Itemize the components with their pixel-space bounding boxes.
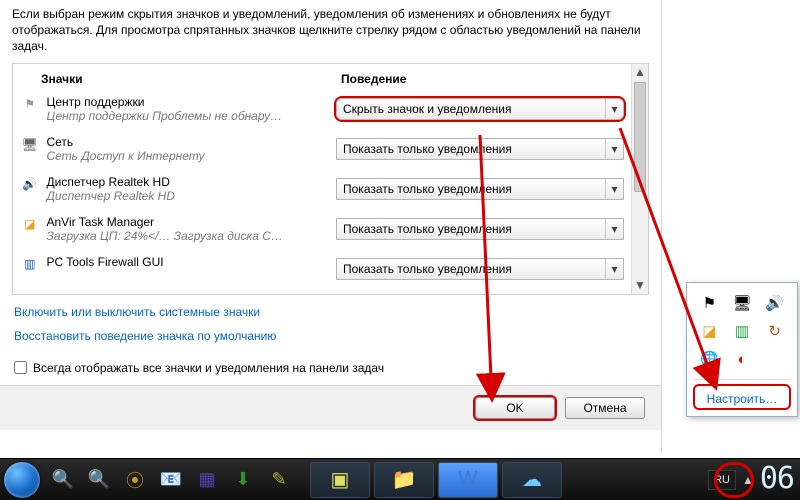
clock-fragment: 06 [760,464,794,496]
chevron-down-icon: ▾ [605,179,623,199]
tray-customize-link[interactable]: Настроить… [693,384,791,410]
task-totalcmd[interactable]: ▣ [310,462,370,498]
tray-network-icon[interactable]: 🖥 [732,293,752,313]
scrollbar[interactable]: ▲ ▼ [631,64,648,294]
flag-icon [13,95,46,111]
tray-area: RU ▲ 06 [708,464,796,496]
task-word[interactable]: W [438,462,498,498]
tray-sync-icon[interactable]: ↻ [765,321,785,341]
behavior-dropdown[interactable]: Скрыть значок и уведомления ▾ [336,98,624,120]
list-row: СетьСеть Доступ к ИнтернетуПоказать толь… [13,132,648,172]
row-title: Диспетчер Realtek HD [46,175,336,189]
task-explorer[interactable]: 📁 [374,462,434,498]
task-skype[interactable]: ☁ [502,462,562,498]
row-subtitle: Диспетчер Realtek HD [46,189,336,203]
behavior-dropdown[interactable]: Показать только уведомления ▾ [336,138,624,160]
ql-icon-4[interactable]: 📧 [160,469,182,491]
fw-icon [13,255,46,271]
always-show-checkbox[interactable] [14,361,27,374]
header-behavior: Поведение [341,72,648,86]
row-text: Центр поддержкиЦентр поддержки Проблемы … [46,95,336,123]
ql-icon-5[interactable]: ▦ [196,469,218,491]
net-icon [13,135,46,153]
always-show-checkbox-row[interactable]: Всегда отображать все значки и уведомлен… [0,357,661,385]
dialog-footer: OK Отмена [0,386,661,430]
row-behavior-cell: Скрыть значок и уведомления ▾ [336,95,648,120]
tray-ccleaner-icon[interactable]: ◐ [732,349,752,369]
chevron-down-icon: ▾ [605,99,623,119]
dropdown-value: Показать только уведомления [343,142,512,156]
ql-icon-3[interactable]: ⦿ [124,469,146,491]
dropdown-value: Скрыть значок и уведомления [343,102,511,116]
row-text: СетьСеть Доступ к Интернету [46,135,336,163]
behavior-dropdown[interactable]: Показать только уведомления ▾ [336,178,624,200]
list-headers: Значки Поведение [13,64,648,92]
list-row: AnVir Task ManagerЗагрузка ЦП: 24%</… За… [13,212,648,252]
list-row: Центр поддержкиЦентр поддержки Проблемы … [13,92,648,132]
links-area: Включить или выключить системные значки … [0,295,661,357]
start-button[interactable] [4,462,40,498]
row-text: AnVir Task ManagerЗагрузка ЦП: 24%</… За… [46,215,336,243]
tray-firewall-icon[interactable]: ▥ [732,321,752,341]
spk-icon [13,175,46,191]
ql-icon-7[interactable]: ✎ [268,469,290,491]
taskbar: 🔍 🔍 ⦿ 📧 ▦ ⬇ ✎ ▣ 📁 W ☁ RU ▲ 06 [0,458,800,500]
toggle-system-icons-link[interactable]: Включить или выключить системные значки [14,305,647,319]
restore-defaults-link[interactable]: Восстановить поведение значка по умолчан… [14,329,647,343]
quicklaunch: 🔍 🔍 ⦿ 📧 ▦ ⬇ ✎ [48,469,290,491]
tray-speaker-icon[interactable]: 🔊 [765,293,785,313]
row-subtitle: Сеть Доступ к Интернету [46,149,336,163]
row-title: Сеть [46,135,336,149]
list-row: Диспетчер Realtek HDДиспетчер Realtek HD… [13,172,648,212]
scroll-up-icon[interactable]: ▲ [632,64,648,81]
tray-anvir-icon[interactable]: ◪ [699,321,719,341]
scroll-down-icon[interactable]: ▼ [632,277,648,294]
tray-overflow-popup: ⚑ 🖥 🔊 ◪ ▥ ↻ 🌐 ◐ Настроить… [686,282,798,417]
row-text: Диспетчер Realtek HDДиспетчер Realtek HD [46,175,336,203]
language-indicator[interactable]: RU [708,470,736,490]
row-text: PC Tools Firewall GUI [46,255,336,269]
row-title: PC Tools Firewall GUI [46,255,336,269]
header-icons: Значки [13,72,341,86]
list-row: PC Tools Firewall GUIПоказать только уве… [13,252,648,292]
scroll-thumb[interactable] [634,82,646,192]
ql-icon-6[interactable]: ⬇ [232,469,254,491]
row-title: Центр поддержки [46,95,336,109]
row-behavior-cell: Показать только уведомления ▾ [336,255,648,280]
chevron-down-icon: ▾ [605,259,623,279]
cancel-button[interactable]: Отмена [565,397,645,419]
dropdown-value: Показать только уведомления [343,262,512,276]
chevron-down-icon: ▾ [605,139,623,159]
tray-flag-icon[interactable]: ⚑ [699,293,719,313]
row-behavior-cell: Показать только уведомления ▾ [336,135,648,160]
row-subtitle: Центр поддержки Проблемы не обнару… [46,109,336,123]
behavior-dropdown[interactable]: Показать только уведомления ▾ [336,218,624,240]
behavior-dropdown[interactable]: Показать только уведомления ▾ [336,258,624,280]
tray-globe-icon[interactable]: 🌐 [699,349,719,369]
anv-icon [13,215,46,231]
dropdown-value: Показать только уведомления [343,222,512,236]
ok-button[interactable]: OK [475,397,555,419]
ql-icon-2[interactable]: 🔍 [88,469,110,491]
notification-area-dialog: Если выбран режим скрытия значков и увед… [0,0,662,454]
ql-icon-1[interactable]: 🔍 [52,469,74,491]
always-show-label: Всегда отображать все значки и уведомлен… [33,361,384,375]
row-behavior-cell: Показать только уведомления ▾ [336,215,648,240]
tray-arrow-icon[interactable]: ▲ [742,473,754,487]
icon-list: Значки Поведение Центр поддержкиЦентр по… [12,63,649,295]
chevron-down-icon: ▾ [605,219,623,239]
row-behavior-cell: Показать только уведомления ▾ [336,175,648,200]
taskbar-tasks: ▣ 📁 W ☁ [310,462,562,498]
intro-text: Если выбран режим скрытия значков и увед… [0,0,661,63]
dropdown-value: Показать только уведомления [343,182,512,196]
row-subtitle: Загрузка ЦП: 24%</… Загрузка диска С… [46,229,336,243]
row-title: AnVir Task Manager [46,215,336,229]
